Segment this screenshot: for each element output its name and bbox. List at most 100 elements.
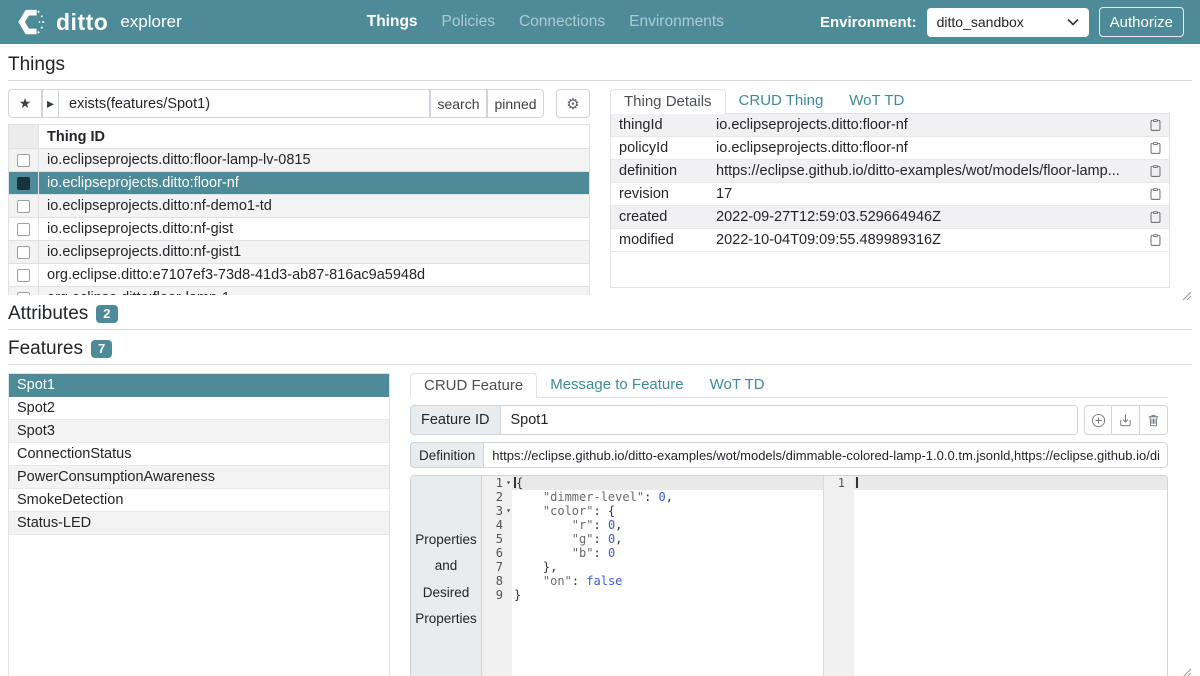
row-checkbox[interactable] [17,292,30,296]
copy-button[interactable] [1141,118,1169,132]
settings-button[interactable]: ⚙ [556,89,590,118]
gutter-line: 6 [482,546,512,560]
feature-item[interactable]: SmokeDetection [9,489,389,512]
thing-row[interactable]: io.eclipseprojects.ditto:floor-nf [9,172,589,195]
nav-right: Environment: ditto_sandbox Authorize [820,7,1184,37]
code-line: "color": { [512,504,823,518]
code-line: "r": 0, [512,518,823,532]
checkbox-cell [9,241,39,263]
add-feature-button[interactable] [1084,405,1112,435]
resize-grip-icon[interactable] [1181,667,1192,676]
things-table-header: Thing ID [9,125,589,149]
copy-button[interactable] [1141,164,1169,178]
thing-row[interactable]: io.eclipseprojects.ditto:nf-gist1 [9,241,589,264]
thing-row[interactable]: io.eclipseprojects.ditto:floor-lamp-lv-0… [9,149,589,172]
thing-row[interactable]: org.eclipse.ditto:e7107ef3-73d8-41d3-ab8… [9,264,589,287]
detail-row: revision17 [611,183,1169,206]
gutter-line: 3▾ [482,504,512,518]
copy-button[interactable] [1141,233,1169,247]
feature-id-input[interactable] [501,405,1079,435]
row-checkbox[interactable] [17,246,30,259]
authorize-button[interactable]: Authorize [1099,7,1184,37]
feature-item[interactable]: Spot1 [9,374,389,397]
detail-key: definition [611,163,716,179]
row-checkbox[interactable] [17,200,30,213]
row-checkbox[interactable] [17,269,30,282]
row-checkbox[interactable] [17,177,30,190]
thing-row[interactable]: io.eclipseprojects.ditto:nf-gist [9,218,589,241]
copy-button[interactable] [1141,187,1169,201]
environment-select[interactable]: ditto_sandbox [927,8,1089,37]
search-button[interactable]: search [430,89,487,118]
clipboard-icon [1149,210,1162,224]
gutter-line: 4 [482,518,512,532]
delete-feature-button[interactable] [1140,405,1168,435]
feature-item[interactable]: PowerConsumptionAwareness [9,466,389,489]
thing-id-header: Thing ID [39,125,589,148]
thing-details-tabs: Thing DetailsCRUD ThingWoT TD [610,89,1170,114]
feature-definition-group: Definition [410,442,1168,468]
favorite-search-button[interactable]: ★ [8,89,42,118]
detail-value: io.eclipseprojects.ditto:floor-nf [716,117,1141,133]
search-input-group: ★ ▸ search pinned [8,89,544,118]
thing-id: io.eclipseprojects.ditto:floor-lamp-lv-0… [39,149,589,171]
editor-code[interactable]: { "dimmer-level": 0, "color": { "r": 0, … [512,476,823,676]
plus-circle-icon [1091,413,1106,428]
nav-item-things[interactable]: Things [367,13,418,31]
fold-icon[interactable]: ▾ [506,504,511,518]
divider [8,364,1192,365]
editor-code[interactable] [854,476,1167,676]
search-history-toggle[interactable]: ▸ [42,89,59,118]
detail-value: 2022-10-04T09:09:55.489989316Z [716,232,1141,248]
thing-row[interactable]: io.eclipseprojects.ditto:nf-demo1-td [9,195,589,218]
tab-thing-details[interactable]: Thing Details [610,89,726,114]
divider [8,80,1192,81]
thing-id: io.eclipseprojects.ditto:nf-gist1 [39,241,589,263]
nav-item-connections[interactable]: Connections [519,13,605,31]
clipboard-icon [1149,233,1162,247]
detail-value: 17 [716,186,1141,202]
tab-crud-thing[interactable]: CRUD Thing [726,89,837,113]
brand: ditto explorer [16,7,182,37]
fold-icon[interactable]: ▾ [506,476,511,490]
detail-row: definitionhttps://eclipse.github.io/ditt… [611,160,1169,183]
features-count-badge: 7 [91,340,112,358]
detail-key: modified [611,232,716,248]
gutter-line: 7 [482,560,512,574]
gutter-line: 1▾ [482,476,512,490]
row-checkbox[interactable] [17,154,30,167]
resize-grip-icon[interactable] [1181,290,1192,301]
thing-row[interactable]: org.eclipse.ditto:floor-lamp-1 [9,287,589,295]
environment-selected-value: ditto_sandbox [937,14,1024,30]
nav-item-policies[interactable]: Policies [442,13,495,31]
ditto-logo-icon [16,7,46,37]
copy-button[interactable] [1141,210,1169,224]
feature-item[interactable]: Spot2 [9,397,389,420]
feature-item[interactable]: ConnectionStatus [9,443,389,466]
thing-id: io.eclipseprojects.ditto:floor-nf [39,172,589,194]
thing-details-panel: Thing DetailsCRUD ThingWoT TD thingIdio.… [610,89,1170,295]
feature-id-group: Feature ID [410,405,1168,435]
trash-icon [1146,413,1161,428]
code-line: "dimmer-level": 0, [512,490,823,504]
row-checkbox[interactable] [17,223,30,236]
checkbox-cell [9,195,39,217]
star-icon: ★ [19,95,32,112]
save-feature-button[interactable] [1112,405,1140,435]
feature-item[interactable]: Spot3 [9,420,389,443]
feature-item[interactable]: Status-LED [9,512,389,535]
features-section: Spot1Spot2Spot3ConnectionStatusPowerCons… [8,373,1192,676]
properties-editor[interactable]: 1▾23▾456789 { "dimmer-level": 0, "color"… [482,476,824,676]
copy-button[interactable] [1141,141,1169,155]
tab-message-to-feature[interactable]: Message to Feature [537,373,696,397]
tab-crud-feature[interactable]: CRUD Feature [410,373,537,398]
definition-input[interactable] [484,442,1168,468]
gutter-line: 1 [824,476,854,490]
search-input[interactable] [59,89,430,118]
properties-editor-block: Properties and Desired Properties 1▾23▾4… [410,475,1168,676]
tab-wot-td[interactable]: WoT TD [697,373,778,397]
nav-item-environments[interactable]: Environments [629,13,724,31]
pinned-button[interactable]: pinned [487,89,544,118]
tab-wot-td[interactable]: WoT TD [836,89,917,113]
desired-properties-editor[interactable]: 1 [824,476,1167,676]
